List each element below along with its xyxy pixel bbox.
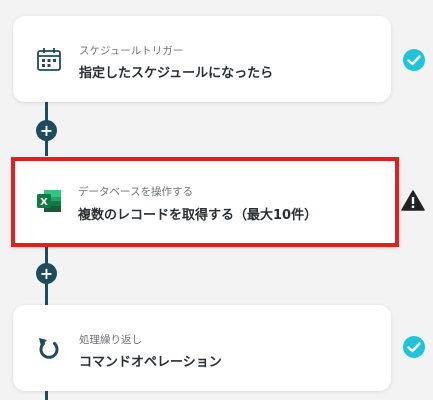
step-type-label: 処理繰り返し bbox=[79, 334, 142, 346]
step-type-label: スケジュールトリガー bbox=[79, 45, 184, 57]
step-title: 複数のレコードを取得する（最大10件） bbox=[78, 208, 318, 223]
add-step-button[interactable]: + bbox=[36, 263, 57, 284]
step-title: コマンドオペレーション bbox=[79, 355, 222, 370]
step-type-label: データベースを操作する bbox=[78, 186, 193, 198]
step-title: 指定したスケジュールになったら bbox=[79, 66, 274, 81]
excel-icon: X bbox=[35, 187, 63, 215]
calendar-icon bbox=[35, 46, 63, 74]
check-icon bbox=[402, 335, 426, 359]
flow-step-schedule-trigger[interactable]: スケジュールトリガー 指定したスケジュールになったら bbox=[13, 16, 391, 102]
loop-icon bbox=[35, 335, 63, 363]
flow-step-loop[interactable]: 処理繰り返し コマンドオペレーション bbox=[13, 305, 391, 391]
check-icon bbox=[402, 48, 426, 72]
flow-step-database-operation[interactable]: X データベースを操作する 複数のレコードを取得する（最大10件） bbox=[11, 157, 399, 247]
warning-icon bbox=[401, 189, 425, 213]
svg-text:X: X bbox=[40, 197, 48, 208]
add-step-button[interactable]: + bbox=[36, 120, 57, 141]
